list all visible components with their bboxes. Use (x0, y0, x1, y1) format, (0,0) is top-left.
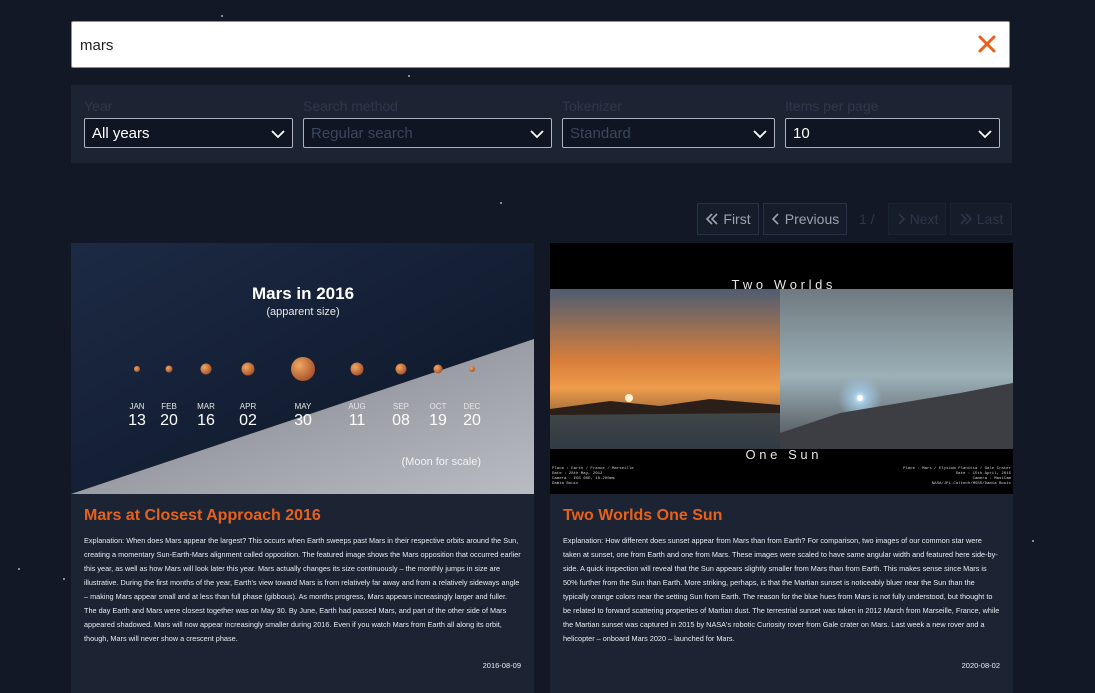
items-per-page-value: 10 (793, 125, 810, 142)
mars-disc-dec (469, 366, 475, 372)
day-label: 20 (463, 412, 481, 429)
right-credit-1: Place : Mars / Elysium Planitia / Gale C… (903, 466, 1012, 471)
chevron-down-icon (530, 130, 544, 139)
mars-disc-may (291, 357, 315, 381)
left-credit-3: Camera : EOS 60D, 18-200mm (552, 476, 615, 481)
year-select-value: All years (92, 125, 150, 142)
year-filter: Year All years (84, 98, 293, 148)
month-label: MAY (295, 402, 312, 411)
tokenizer-label: Tokenizer (562, 98, 622, 114)
left-credit-1: Place : Earth / France / Marseille (552, 466, 634, 471)
card-image[interactable]: T w o W o r l d s O n e S u n Place : Ea… (550, 243, 1013, 494)
month-label: FEB (161, 402, 177, 411)
last-page-label: Last (976, 211, 1004, 227)
image-caption: (Moon for scale) (402, 456, 481, 468)
month-label: APR (240, 402, 257, 411)
year-select[interactable]: All years (84, 118, 293, 148)
next-page-button[interactable]: Next (888, 203, 946, 235)
month-label: AUG (348, 402, 365, 411)
card-title[interactable]: Mars at Closest Approach 2016 (84, 507, 321, 525)
chevron-down-icon (753, 130, 767, 139)
chevron-down-icon (271, 130, 285, 139)
two-worlds-illustration: T w o W o r l d s O n e S u n Place : Ea… (550, 243, 1013, 494)
month-label: OCT (430, 402, 447, 411)
close-icon[interactable] (975, 32, 999, 56)
items-per-page-label: Items per page (785, 98, 879, 114)
items-per-page-filter: Items per page 10 (785, 98, 1000, 148)
tokenizer-select[interactable]: Standard (562, 118, 775, 148)
right-credit-2: Date : 15th April, 2015 (956, 471, 1012, 476)
pagination: First Previous 1 / Next Last (0, 203, 1095, 235)
card-explanation: Explanation: When does Mars appear the l… (84, 536, 521, 643)
day-label: 11 (349, 412, 366, 429)
search-method-label: Search method (303, 98, 398, 114)
image-title: Mars in 2016 (252, 284, 354, 303)
background-star (221, 15, 223, 17)
mars-disc-jan (134, 366, 140, 372)
card-explanation: Explanation: How different does sunset a… (563, 536, 1000, 643)
first-page-button[interactable]: First (697, 203, 759, 235)
month-label: DEC (464, 402, 481, 411)
left-credit-4: Damia Bouic (552, 481, 579, 486)
tokenizer-filter: Tokenizer Standard (562, 98, 775, 148)
day-label: 30 (294, 412, 312, 429)
filters-panel: Year All years Search method Regular sea… (71, 85, 1012, 163)
right-credit-3: Camera : MastCam (973, 476, 1012, 481)
day-label: 08 (392, 412, 410, 429)
last-page-button[interactable]: Last (950, 203, 1012, 235)
right-credit-4: NASA/JPL-Caltech/MSSS/Damia Bouic (932, 481, 1012, 486)
day-label: 13 (128, 412, 146, 429)
previous-page-button[interactable]: Previous (763, 203, 847, 235)
items-per-page-select[interactable]: 10 (785, 118, 1000, 148)
search-method-filter: Search method Regular search (303, 98, 552, 148)
search-method-select[interactable]: Regular search (303, 118, 552, 148)
left-credit-2: Date : 28th May, 2012 (552, 471, 603, 476)
tokenizer-value: Standard (570, 125, 631, 142)
card-date: 2020-08-02 (961, 661, 1000, 670)
chevron-left-icon (771, 213, 779, 225)
card-date: 2016-08-09 (482, 661, 521, 670)
search-input[interactable] (78, 22, 962, 69)
background-star (1032, 540, 1034, 542)
mars-disc-aug (350, 362, 364, 376)
first-page-label: First (723, 211, 751, 227)
mars-disc-mar (200, 363, 212, 375)
next-page-label: Next (909, 211, 939, 227)
day-label: 16 (197, 412, 215, 429)
page-indicator: 1 / (859, 211, 875, 227)
day-label: 19 (429, 412, 447, 429)
result-card[interactable]: Mars in 2016 (apparent size) JAN 13 FEB 20 M… (71, 243, 534, 693)
mars-disc-sep (395, 363, 407, 375)
day-label: 02 (239, 412, 257, 429)
card-image[interactable]: Mars in 2016 (apparent size) JAN 13 FEB 20 M… (71, 243, 534, 494)
mars-disc-oct (433, 364, 443, 374)
month-label: MAR (197, 402, 215, 411)
image-bottom-text: O n e S u n (746, 447, 819, 462)
mars-2016-illustration: Mars in 2016 (apparent size) JAN13FEB20M… (71, 243, 534, 494)
card-title[interactable]: Two Worlds One Sun (563, 507, 722, 525)
mars-disc-feb (165, 365, 173, 373)
background-star (18, 568, 20, 570)
year-filter-label: Year (84, 98, 113, 114)
search-method-value: Regular search (311, 125, 413, 142)
month-label: SEP (393, 402, 409, 411)
double-chevron-left-icon (706, 213, 718, 225)
background-star (408, 75, 410, 77)
image-subtitle: (apparent size) (266, 306, 339, 318)
day-label: 20 (160, 412, 178, 429)
double-chevron-right-icon (960, 213, 972, 225)
chevron-down-icon (978, 130, 992, 139)
background-star (63, 578, 65, 580)
search-bar (71, 21, 1010, 69)
previous-page-label: Previous (784, 211, 840, 227)
result-card[interactable]: T w o W o r l d s O n e S u n Place : Ea… (550, 243, 1013, 693)
mars-disc-apr (241, 362, 255, 376)
month-label: JAN (129, 402, 144, 411)
chevron-right-icon (898, 213, 905, 225)
